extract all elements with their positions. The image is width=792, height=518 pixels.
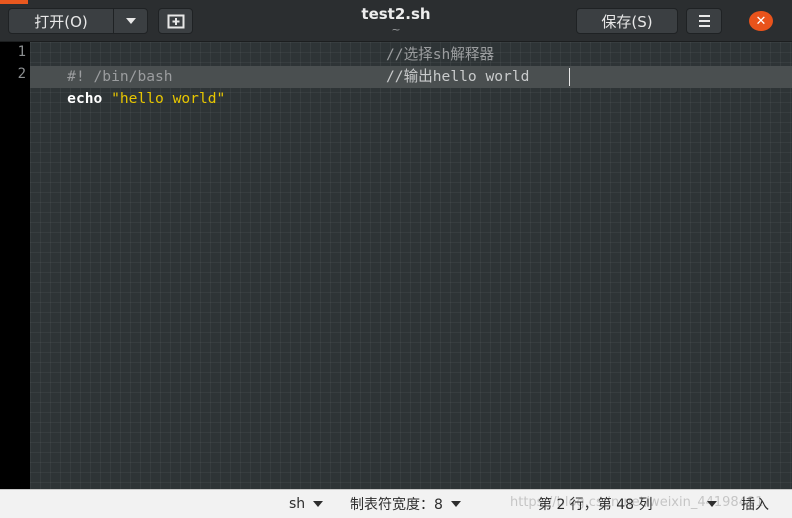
chevron-down-icon (313, 501, 324, 507)
line-number-1: 1 (17, 44, 26, 60)
new-tab-button[interactable] (158, 8, 193, 34)
code-line-1[interactable]: #! /bin/bash (32, 44, 172, 85)
close-icon: ✕ (755, 13, 767, 29)
window-title-area: test2.sh ~ (296, 4, 496, 36)
language-label: sh (289, 496, 306, 512)
cursor-position-label: 第 2 行，第 48 列 (538, 497, 653, 513)
string-token: "hello world" (111, 90, 226, 107)
chevron-down-icon (450, 501, 461, 507)
menu-button[interactable] (686, 8, 722, 34)
code-line-2[interactable]: echo "hello world" (32, 66, 225, 107)
document-path: ~ (391, 23, 401, 36)
code-line-1-comment: //选择sh解释器 (386, 46, 495, 63)
open-dropdown-button[interactable] (113, 8, 148, 34)
language-selector[interactable]: sh (289, 490, 324, 518)
line-number-gutter: 1 2 (0, 42, 30, 489)
chevron-down-icon (706, 501, 717, 507)
status-bar: https://blog.csdn.net/weixin_44198491 sh… (0, 489, 792, 518)
text-cursor (569, 68, 570, 86)
header-bar: 打开(O) test2.sh ~ 保存(S) ✕ (0, 0, 792, 42)
code-line-2-comment: //输出hello world (386, 68, 530, 85)
open-button[interactable]: 打开(O) (8, 8, 114, 34)
save-button[interactable]: 保存(S) (576, 8, 678, 34)
save-button-label: 保存(S) (601, 12, 653, 31)
document-title: test2.sh (361, 5, 431, 23)
text-editor[interactable]: 1 2 #! /bin/bash //选择sh解释器 echo "hello w… (0, 42, 792, 489)
hamburger-menu-icon (698, 15, 710, 27)
new-tab-icon (167, 14, 184, 29)
line-number-2: 2 (17, 66, 26, 82)
close-button[interactable]: ✕ (749, 11, 773, 31)
echo-keyword-token: echo (67, 90, 103, 107)
tab-width-text: 制表符宽度：8 (350, 497, 443, 513)
tab-width-selector[interactable]: 制表符宽度：8 (350, 490, 461, 518)
open-button-label: 打开(O) (34, 12, 88, 31)
insert-mode-label: 插入 (741, 497, 769, 513)
cursor-position-selector[interactable]: 第 2 行，第 48 列 (538, 490, 717, 518)
window-accent-strip (0, 0, 28, 4)
chevron-down-icon (125, 18, 136, 24)
insert-mode-indicator[interactable]: 插入 (741, 490, 769, 518)
